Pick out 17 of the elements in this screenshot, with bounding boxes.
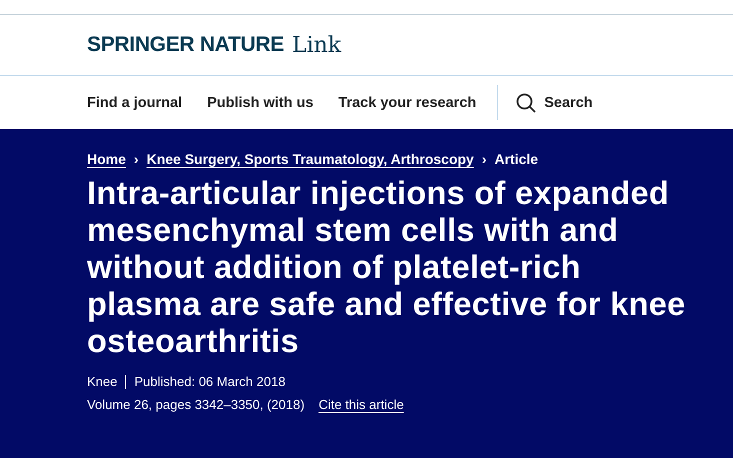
brand-logo[interactable]: SPRINGER NATURE: [87, 33, 284, 57]
article-type: Knee: [87, 374, 118, 389]
breadcrumb-link[interactable]: Knee Surgery, Sports Traumatology, Arthroscopy: [146, 151, 474, 167]
nav-link[interactable]: Find a journal: [87, 94, 182, 110]
breadcrumb-link[interactable]: Home: [87, 151, 126, 167]
search-icon: [516, 92, 536, 112]
product-name: Link: [292, 32, 342, 58]
nav-link[interactable]: Publish with us: [207, 94, 314, 110]
published-date: Published: 06 March 2018: [134, 374, 286, 389]
breadcrumb-text: Article: [494, 151, 538, 167]
citation-info: Volume 26, pages 3342–3350, (2018): [87, 397, 305, 412]
breadcrumb-separator: ›: [134, 151, 139, 167]
cite-link[interactable]: Cite this article: [318, 397, 404, 412]
breadcrumb-separator: ›: [482, 151, 486, 167]
nav-link[interactable]: Track your research: [338, 94, 476, 110]
search-button[interactable]: Search: [516, 92, 593, 112]
article-title: Intra-articular injections of expanded mesenchymal stem cells with and without addition of platelet-rich plasma are safe and effective for knee osteoarthritis: [87, 175, 686, 360]
